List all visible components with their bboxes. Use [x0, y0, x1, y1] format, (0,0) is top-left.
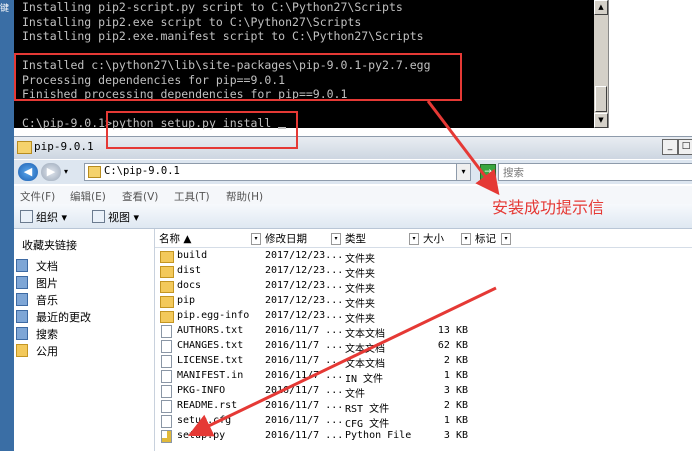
- arrow-to-setup-py: [187, 286, 497, 437]
- annotation-arrows: [187, 100, 500, 437]
- arrow-to-label: [426, 100, 500, 196]
